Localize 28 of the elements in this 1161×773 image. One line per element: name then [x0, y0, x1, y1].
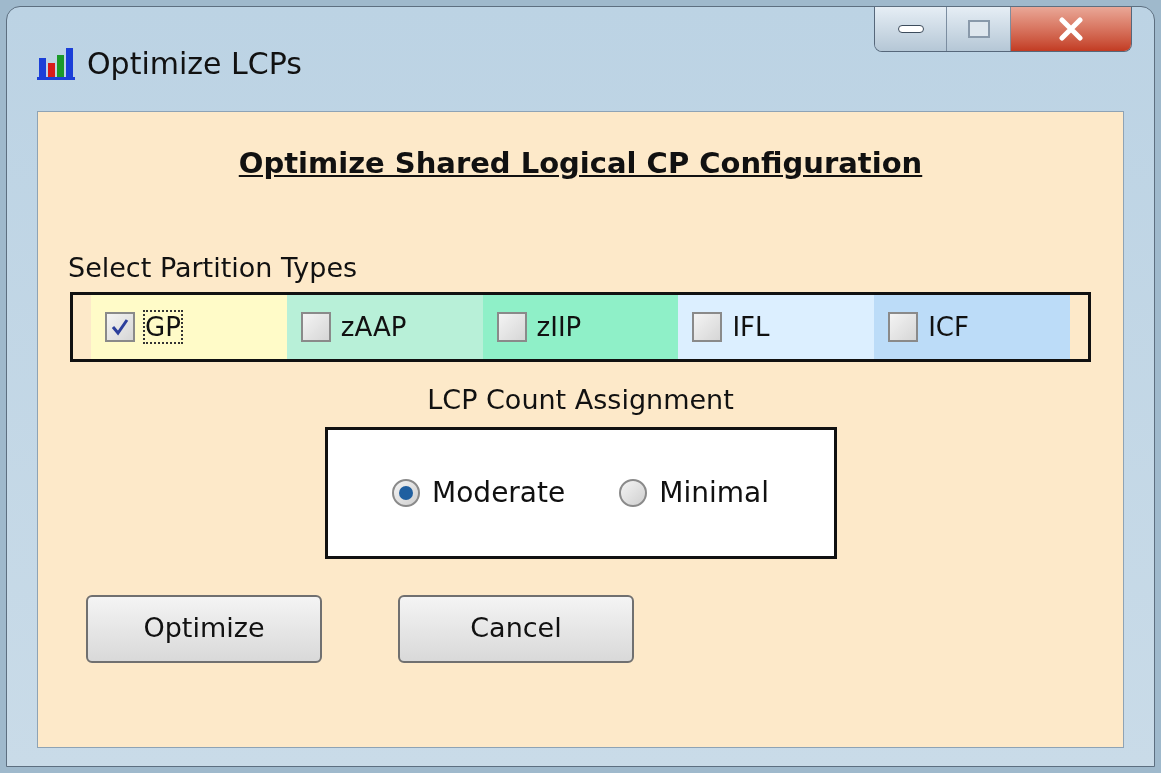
radio-button[interactable]: [392, 478, 421, 507]
checkbox[interactable]: [105, 312, 135, 342]
dialog-button[interactable]: Optimize: [86, 594, 322, 663]
maximize-icon: [967, 20, 990, 38]
radio-label: Minimal: [659, 474, 769, 511]
dialog-button[interactable]: Cancel: [398, 594, 634, 663]
section-label: LCP Count Assignment: [427, 383, 734, 417]
minimize-button[interactable]: [875, 7, 947, 51]
checkbox[interactable]: [692, 312, 723, 342]
checkbox-label: IFL: [732, 312, 770, 342]
checkbox-label: zIIP: [536, 312, 582, 342]
close-button[interactable]: [1011, 7, 1131, 51]
section-label: Select Partition Types: [68, 250, 358, 285]
check-icon: [110, 317, 130, 337]
checkbox-label: zAAP: [340, 312, 407, 342]
radio-button[interactable]: [619, 478, 648, 507]
window-title: Optimize LCPs: [87, 44, 302, 83]
checkbox[interactable]: [496, 312, 527, 342]
checkbox[interactable]: [300, 312, 331, 342]
checkbox[interactable]: [888, 312, 919, 342]
minimize-icon: [897, 25, 924, 33]
close-icon: [1058, 17, 1084, 41]
dialog-heading: Optimize Shared Logical CP Configuration: [238, 145, 923, 182]
maximize-button[interactable]: [947, 7, 1011, 51]
checkbox-label: ICF: [928, 312, 969, 342]
checkbox-label: GP: [145, 312, 181, 342]
radio-label: Moderate: [432, 474, 566, 511]
bar-chart-icon: [37, 46, 75, 80]
